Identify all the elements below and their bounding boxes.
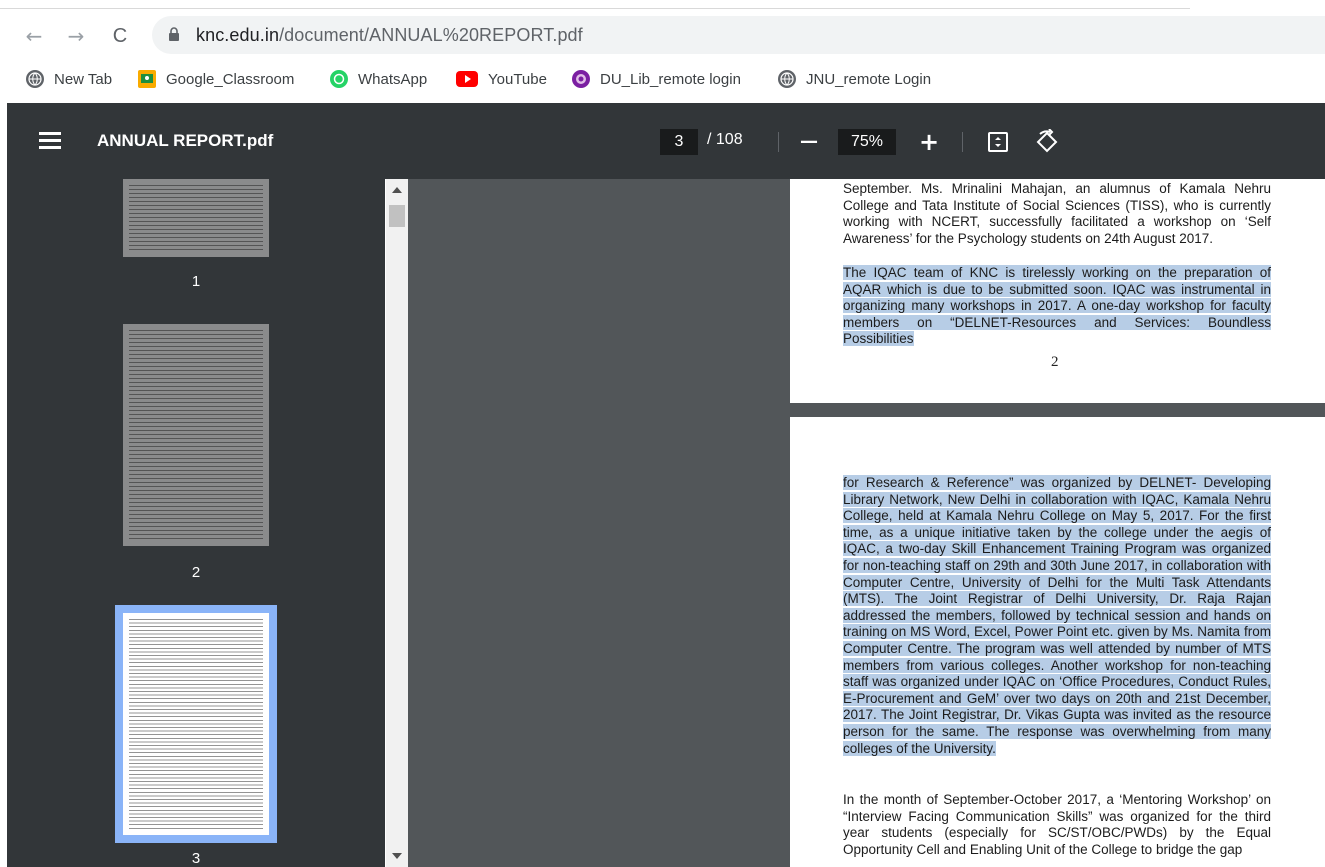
url-path: /document/ANNUAL%20REPORT.pdf [279,25,583,45]
bookmark-google-classroom[interactable]: Google_Classroom [138,68,294,90]
page-number-input[interactable]: 3 [660,129,698,155]
scrollbar-thumb[interactable] [389,205,405,227]
selected-text: for Research & Reference” was organized … [843,475,1271,756]
lock-icon[interactable] [168,27,180,41]
menu-icon[interactable] [39,132,61,150]
pdf-page-2: September. Ms. Mrinalini Mahajan, an alu… [790,179,1325,403]
scroll-up-arrow-icon[interactable] [392,187,402,193]
reload-icon[interactable]: C [108,24,132,48]
url-domain: knc.edu.in [196,25,280,45]
scroll-down-arrow-icon[interactable] [392,853,402,859]
bookmark-label: YouTube [488,70,547,88]
du-lib-icon [572,70,590,88]
back-arrow-icon[interactable]: ← [22,24,46,48]
document-title: ANNUAL REPORT.pdf [97,131,274,150]
zoom-out-button[interactable]: — [796,129,822,155]
classroom-icon [138,70,156,88]
bookmark-du-lib[interactable]: DU_Lib_remote login [572,68,741,90]
page3-paragraph-2: In the month of September-October 2017, … [843,792,1271,857]
thumbnail-sidebar: 1 2 3 [7,179,385,867]
url-text[interactable]: knc.edu.in/document/ANNUAL%20REPORT.pdf [196,25,583,46]
bookmark-whatsapp[interactable]: WhatsApp [330,68,427,90]
whatsapp-icon [330,70,348,88]
globe-icon [778,70,796,88]
browser-navbar: ← → C knc.edu.in/document/ANNUAL%20REPOR… [0,14,1325,58]
bookmark-label: DU_Lib_remote login [600,70,741,88]
globe-icon [26,70,44,88]
bookmark-jnu[interactable]: JNU_remote Login [778,68,931,90]
zoom-input[interactable]: 75% [838,129,896,155]
address-bar[interactable]: knc.edu.in/document/ANNUAL%20REPORT.pdf [152,16,1325,54]
pdf-viewer: September. Ms. Mrinalini Mahajan, an alu… [408,179,1325,867]
page-number: 2 [1051,354,1059,370]
thumbnail-page-2[interactable] [123,324,269,546]
tab-strip-edge [0,0,1190,9]
bookmark-label: WhatsApp [358,70,428,88]
toolbar-divider [778,132,779,152]
bookmark-youtube[interactable]: YouTube [456,68,547,90]
fit-to-page-icon[interactable] [987,131,1009,153]
rotate-icon[interactable] [1034,129,1060,155]
bookmarks-bar: New Tab Google_Classroom WhatsApp YouTub… [0,62,1325,98]
thumbnail-label: 3 [191,850,201,867]
selected-text: The IQAC team of KNC is tirelessly worki… [843,265,1271,347]
sidebar-scrollbar[interactable] [386,179,408,867]
thumbnail-page-3[interactable] [115,605,277,843]
bookmark-label: Google_Classroom [166,70,295,88]
bookmark-label: New Tab [54,70,113,88]
pdf-toolbar: ANNUAL REPORT.pdf 3 / 108 — 75% + [7,103,1325,179]
page2-paragraph-1: September. Ms. Mrinalini Mahajan, an alu… [843,181,1271,246]
bookmark-new-tab[interactable]: New Tab [26,68,112,90]
toolbar-divider [962,132,963,152]
page2-paragraph-2: The IQAC team of KNC is tirelessly worki… [843,265,1271,348]
thumbnail-label: 2 [191,564,201,581]
bookmark-label: JNU_remote Login [806,70,932,88]
page3-paragraph-1: for Research & Reference” was organized … [843,475,1271,757]
page-total: / 108 [707,131,743,148]
youtube-icon [456,71,478,87]
zoom-in-button[interactable]: + [916,129,942,155]
thumbnail-page-1[interactable] [123,179,269,257]
forward-arrow-icon[interactable]: → [64,24,88,48]
pdf-page-3: for Research & Reference” was organized … [790,417,1325,867]
thumbnail-label: 1 [191,273,201,290]
